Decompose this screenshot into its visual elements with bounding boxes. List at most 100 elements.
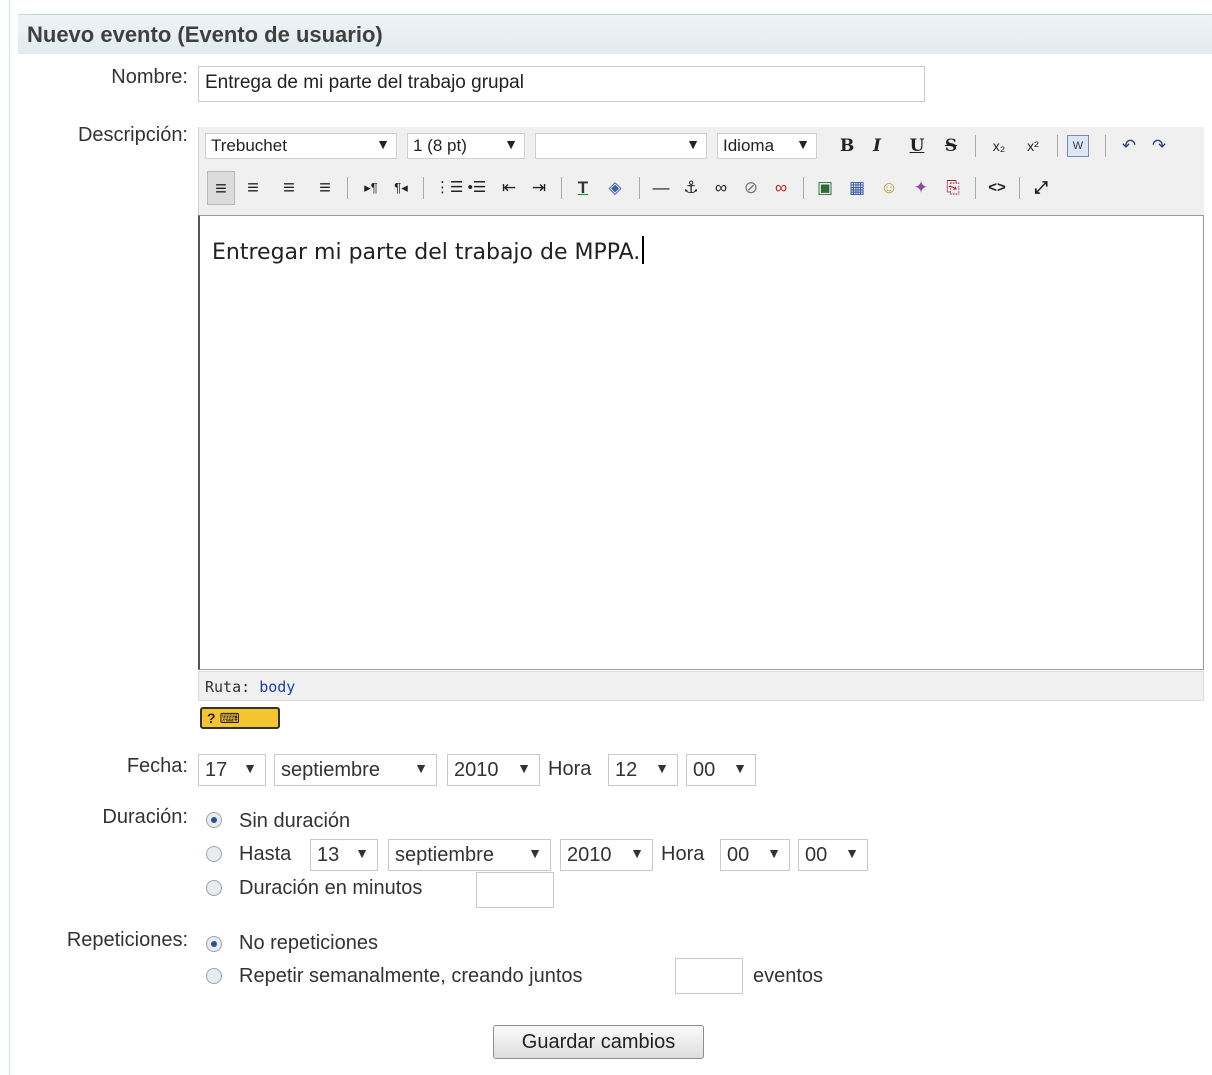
fecha-minute-select[interactable]: 00 ▼ xyxy=(686,754,756,786)
editor-toolbar: Trebuchet ▼ 1 (8 pt) ▼ ▼ Idioma ▼ B I U S x… xyxy=(198,127,1204,215)
fecha-month-select[interactable]: septiembre ▼ xyxy=(274,754,437,786)
superscript-button[interactable]: x² xyxy=(1021,133,1045,159)
toolbar-separator xyxy=(975,135,976,157)
radio-hasta[interactable] xyxy=(206,846,222,862)
fecha-day-select[interactable]: 17 ▼ xyxy=(198,754,266,786)
fecha-year-select[interactable]: 2010 ▼ xyxy=(447,754,540,786)
hasta-year-value: 2010 xyxy=(567,844,612,866)
editor-content-text: Entregar mi parte del trabajo de MPPA. xyxy=(212,240,641,265)
fecha-hour-value: 12 xyxy=(615,759,638,781)
special-char-button[interactable]: ✦ xyxy=(909,175,933,201)
hasta-label: Hasta xyxy=(239,843,292,865)
eventos-label: eventos xyxy=(753,965,824,987)
hasta-month-value: septiembre xyxy=(395,844,494,866)
toolbar-separator xyxy=(1105,135,1106,157)
chevron-down-icon: ▼ xyxy=(243,760,257,776)
insert-link-button[interactable]: ∞ xyxy=(709,175,733,201)
repetir-semanalmente-label: Repetir semanalmente, creando juntos xyxy=(239,965,583,987)
hasta-hour-value: 00 xyxy=(727,844,750,866)
horizontal-rule-button[interactable]: — xyxy=(649,175,673,201)
chevron-down-icon: ▼ xyxy=(528,845,542,861)
subscript-button[interactable]: x₂ xyxy=(987,133,1011,159)
background-color-button[interactable]: ◈ xyxy=(603,175,627,201)
insert-image-button[interactable]: ▣ xyxy=(813,175,837,201)
language-select[interactable]: Idioma ▼ xyxy=(717,133,817,159)
html-editor: Trebuchet ▼ 1 (8 pt) ▼ ▼ Idioma ▼ B I U S x… xyxy=(198,127,1204,732)
hasta-month-select[interactable]: septiembre ▼ xyxy=(388,839,551,871)
duracion-minutos-input[interactable] xyxy=(476,872,554,908)
chevron-down-icon: ▼ xyxy=(655,760,669,776)
insert-smiley-button[interactable]: ☺ xyxy=(877,175,901,201)
toolbar-separator xyxy=(347,177,348,199)
toolbar-separator xyxy=(803,177,804,199)
sin-duracion-label: Sin duración xyxy=(239,810,351,832)
fecha-hora-label: Hora xyxy=(548,758,592,780)
underline-button[interactable]: U xyxy=(905,133,929,159)
path-label: Ruta: xyxy=(205,678,251,696)
editor-content-area[interactable]: Entregar mi parte del trabajo de MPPA. xyxy=(198,215,1204,670)
font-size-select[interactable]: 1 (8 pt) ▼ xyxy=(407,133,525,159)
outdent-button[interactable]: ⇤ xyxy=(497,175,521,201)
undo-button[interactable]: ↶ xyxy=(1117,133,1141,159)
format-select[interactable]: ▼ xyxy=(535,133,707,159)
html-source-button[interactable]: <> xyxy=(985,175,1009,201)
ordered-list-button[interactable]: ⋮☰ xyxy=(435,175,463,201)
hasta-minute-select[interactable]: 00 ▼ xyxy=(798,839,868,871)
toolbar-separator xyxy=(1057,135,1058,157)
rtl-button[interactable]: ¶◂ xyxy=(389,175,413,201)
fecha-hour-select[interactable]: 12 ▼ xyxy=(608,754,678,786)
duracion-label: Duración: xyxy=(102,806,188,828)
justify-button[interactable]: ≡ xyxy=(313,175,337,201)
indent-button[interactable]: ⇥ xyxy=(527,175,551,201)
fecha-day-value: 17 xyxy=(205,759,228,781)
chevron-down-icon: ▼ xyxy=(686,136,700,152)
chevron-down-icon: ▼ xyxy=(517,760,531,776)
save-changes-button[interactable]: Guardar cambios xyxy=(493,1025,704,1059)
hasta-minute-value: 00 xyxy=(805,844,828,866)
paste-word-icon[interactable]: W xyxy=(1067,135,1089,157)
chevron-down-icon: ▼ xyxy=(376,136,390,152)
anchor-button[interactable]: ⚓ xyxy=(679,175,703,201)
radio-repetir-semanalmente[interactable] xyxy=(206,968,222,984)
radio-duracion-minutos[interactable] xyxy=(206,880,222,896)
language-value: Idioma xyxy=(723,136,775,155)
text-color-button[interactable]: T xyxy=(571,175,595,201)
font-family-select[interactable]: Trebuchet ▼ xyxy=(205,133,397,159)
new-event-panel: Nuevo evento (Evento de usuario) Nombre:… xyxy=(18,14,1212,1075)
radio-no-repeticiones[interactable] xyxy=(206,936,222,952)
remove-link-button[interactable]: ⊘ xyxy=(739,175,763,201)
nombre-label: Nombre: xyxy=(111,66,188,88)
chevron-down-icon: ▼ xyxy=(767,845,781,861)
hasta-day-value: 13 xyxy=(317,844,340,866)
chevron-down-icon: ▼ xyxy=(355,845,369,861)
fecha-year-value: 2010 xyxy=(454,759,499,781)
path-body-link[interactable]: body xyxy=(259,678,295,696)
align-left-button[interactable]: ≡ xyxy=(207,171,235,205)
italic-button[interactable]: I xyxy=(865,133,889,159)
nombre-input[interactable]: Entrega de mi parte del trabajo grupal xyxy=(198,66,925,102)
search-replace-button[interactable]: ⎘ xyxy=(941,175,965,201)
fullscreen-button[interactable]: ⤢ xyxy=(1029,175,1053,201)
toolbar-separator xyxy=(1019,177,1020,199)
repeticiones-label: Repeticiones: xyxy=(66,929,188,951)
radio-sin-duracion[interactable] xyxy=(206,812,222,828)
strikethrough-button[interactable]: S xyxy=(939,133,963,159)
chevron-down-icon: ▼ xyxy=(733,760,747,776)
hasta-day-select[interactable]: 13 ▼ xyxy=(310,839,378,871)
ltr-button[interactable]: ▸¶ xyxy=(359,175,383,201)
align-right-button[interactable]: ≡ xyxy=(277,175,301,201)
bold-button[interactable]: B xyxy=(835,133,859,159)
nolink-button[interactable]: ∞ xyxy=(769,175,793,201)
chevron-down-icon: ▼ xyxy=(414,760,428,776)
align-center-button[interactable]: ≡ xyxy=(241,175,265,201)
hasta-year-select[interactable]: 2010 ▼ xyxy=(560,839,653,871)
unordered-list-button[interactable]: •☰ xyxy=(465,175,489,201)
chevron-down-icon: ▼ xyxy=(630,845,644,861)
fecha-minute-value: 00 xyxy=(693,759,716,781)
repeticiones-count-input[interactable] xyxy=(675,958,743,994)
hasta-hour-select[interactable]: 00 ▼ xyxy=(720,839,790,871)
keyboard-help-icon[interactable]: ? ⌨ xyxy=(200,707,280,729)
insert-table-button[interactable]: ▦ xyxy=(845,175,869,201)
fecha-month-value: septiembre xyxy=(281,759,380,781)
redo-button[interactable]: ↷ xyxy=(1147,133,1171,159)
